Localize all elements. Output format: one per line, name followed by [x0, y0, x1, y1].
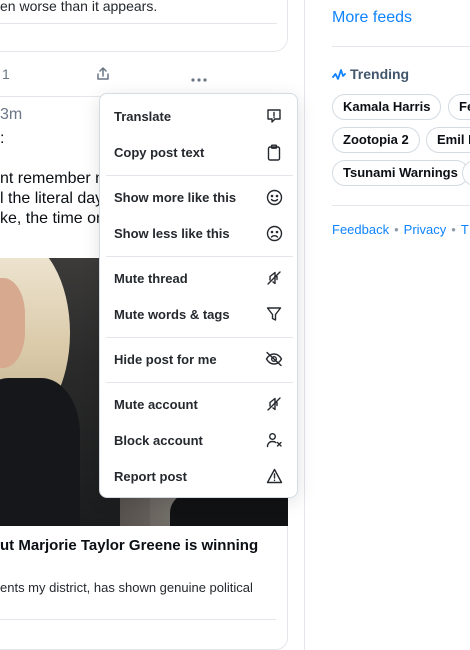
menu-item-label: Mute thread — [114, 270, 188, 286]
more-feeds-link[interactable]: More feeds — [332, 9, 412, 27]
terms-link[interactable]: T — [461, 222, 469, 237]
menu-separator — [106, 256, 293, 257]
menu-item-report-post[interactable]: Report post — [100, 458, 297, 494]
mute-account-icon — [265, 395, 283, 413]
menu-item-mute-account[interactable]: Mute account — [100, 386, 297, 422]
menu-item-block-account[interactable]: Block account — [100, 422, 297, 458]
privacy-link[interactable]: Privacy — [404, 222, 447, 237]
post-text-line: ke, the time or — [0, 210, 102, 227]
post-text-line: l the literal day — [0, 190, 104, 207]
post-timestamp[interactable]: 3m — [0, 106, 22, 124]
menu-item-label: Hide post for me — [114, 351, 217, 367]
menu-item-label: Show more like this — [114, 189, 237, 205]
mute-thread-icon — [265, 269, 283, 287]
column-divider — [304, 0, 305, 650]
post-text-line: nt remember m — [0, 170, 109, 187]
menu-item-label: Report post — [114, 468, 187, 484]
menu-item-show-less[interactable]: Show less like this — [100, 215, 297, 251]
post-text-line: : — [0, 130, 5, 147]
divider — [0, 619, 276, 620]
menu-item-translate[interactable]: Translate — [100, 98, 297, 134]
eye-slash-icon — [265, 350, 283, 368]
trending-topic-pill[interactable]: Kamala Harris — [332, 94, 442, 120]
separator-dot: • — [394, 222, 399, 237]
clipboard-icon — [265, 143, 283, 161]
link-preview-description: ents my district, has shown genuine poli… — [0, 580, 253, 595]
menu-item-label: Mute words & tags — [114, 306, 230, 322]
divider — [0, 23, 277, 24]
separator-dot: • — [451, 222, 456, 237]
menu-item-show-more[interactable]: Show more like this — [100, 179, 297, 215]
menu-item-label: Copy post text — [114, 144, 205, 160]
block-person-icon — [265, 431, 283, 449]
trending-topic-pill[interactable]: Zootopia 2 — [332, 127, 420, 153]
filter-icon — [265, 305, 283, 323]
menu-separator — [106, 337, 293, 338]
link-preview-title[interactable]: ut Marjorie Taylor Greene is winning — [0, 537, 258, 554]
frown-icon — [265, 224, 283, 242]
trending-icon — [332, 69, 346, 80]
divider — [332, 46, 470, 47]
trending-title: Trending — [350, 66, 410, 82]
post-options-menu: Translate Copy post text Show more like … — [99, 93, 298, 498]
trending-heading: Trending — [332, 66, 409, 82]
trending-topic-pill[interactable]: Tsunami Warnings — [332, 160, 469, 186]
menu-item-label: Show less like this — [114, 225, 230, 241]
warning-icon — [265, 467, 283, 485]
menu-item-copy-post-text[interactable]: Copy post text — [100, 134, 297, 170]
like-count[interactable]: 1 — [2, 66, 10, 82]
translate-icon — [265, 107, 283, 125]
share-icon[interactable] — [95, 66, 111, 87]
more-options-icon[interactable] — [190, 70, 208, 88]
divider — [332, 205, 470, 206]
menu-item-hide-post[interactable]: Hide post for me — [100, 341, 297, 377]
menu-item-label: Mute account — [114, 396, 198, 412]
menu-separator — [106, 175, 293, 176]
smile-icon — [265, 188, 283, 206]
previous-post-text: en worse than it appears. — [0, 0, 158, 14]
menu-item-mute-thread[interactable]: Mute thread — [100, 260, 297, 296]
menu-item-mute-words[interactable]: Mute words & tags — [100, 296, 297, 332]
menu-item-label: Block account — [114, 432, 203, 448]
menu-separator — [106, 382, 293, 383]
footer-links: Feedback • Privacy • T — [332, 222, 469, 237]
feedback-link[interactable]: Feedback — [332, 222, 389, 237]
trending-topic-pill[interactable]: Emil B — [426, 127, 470, 153]
menu-item-label: Translate — [114, 108, 172, 124]
trending-topic-pill[interactable]: Fe — [448, 94, 470, 120]
